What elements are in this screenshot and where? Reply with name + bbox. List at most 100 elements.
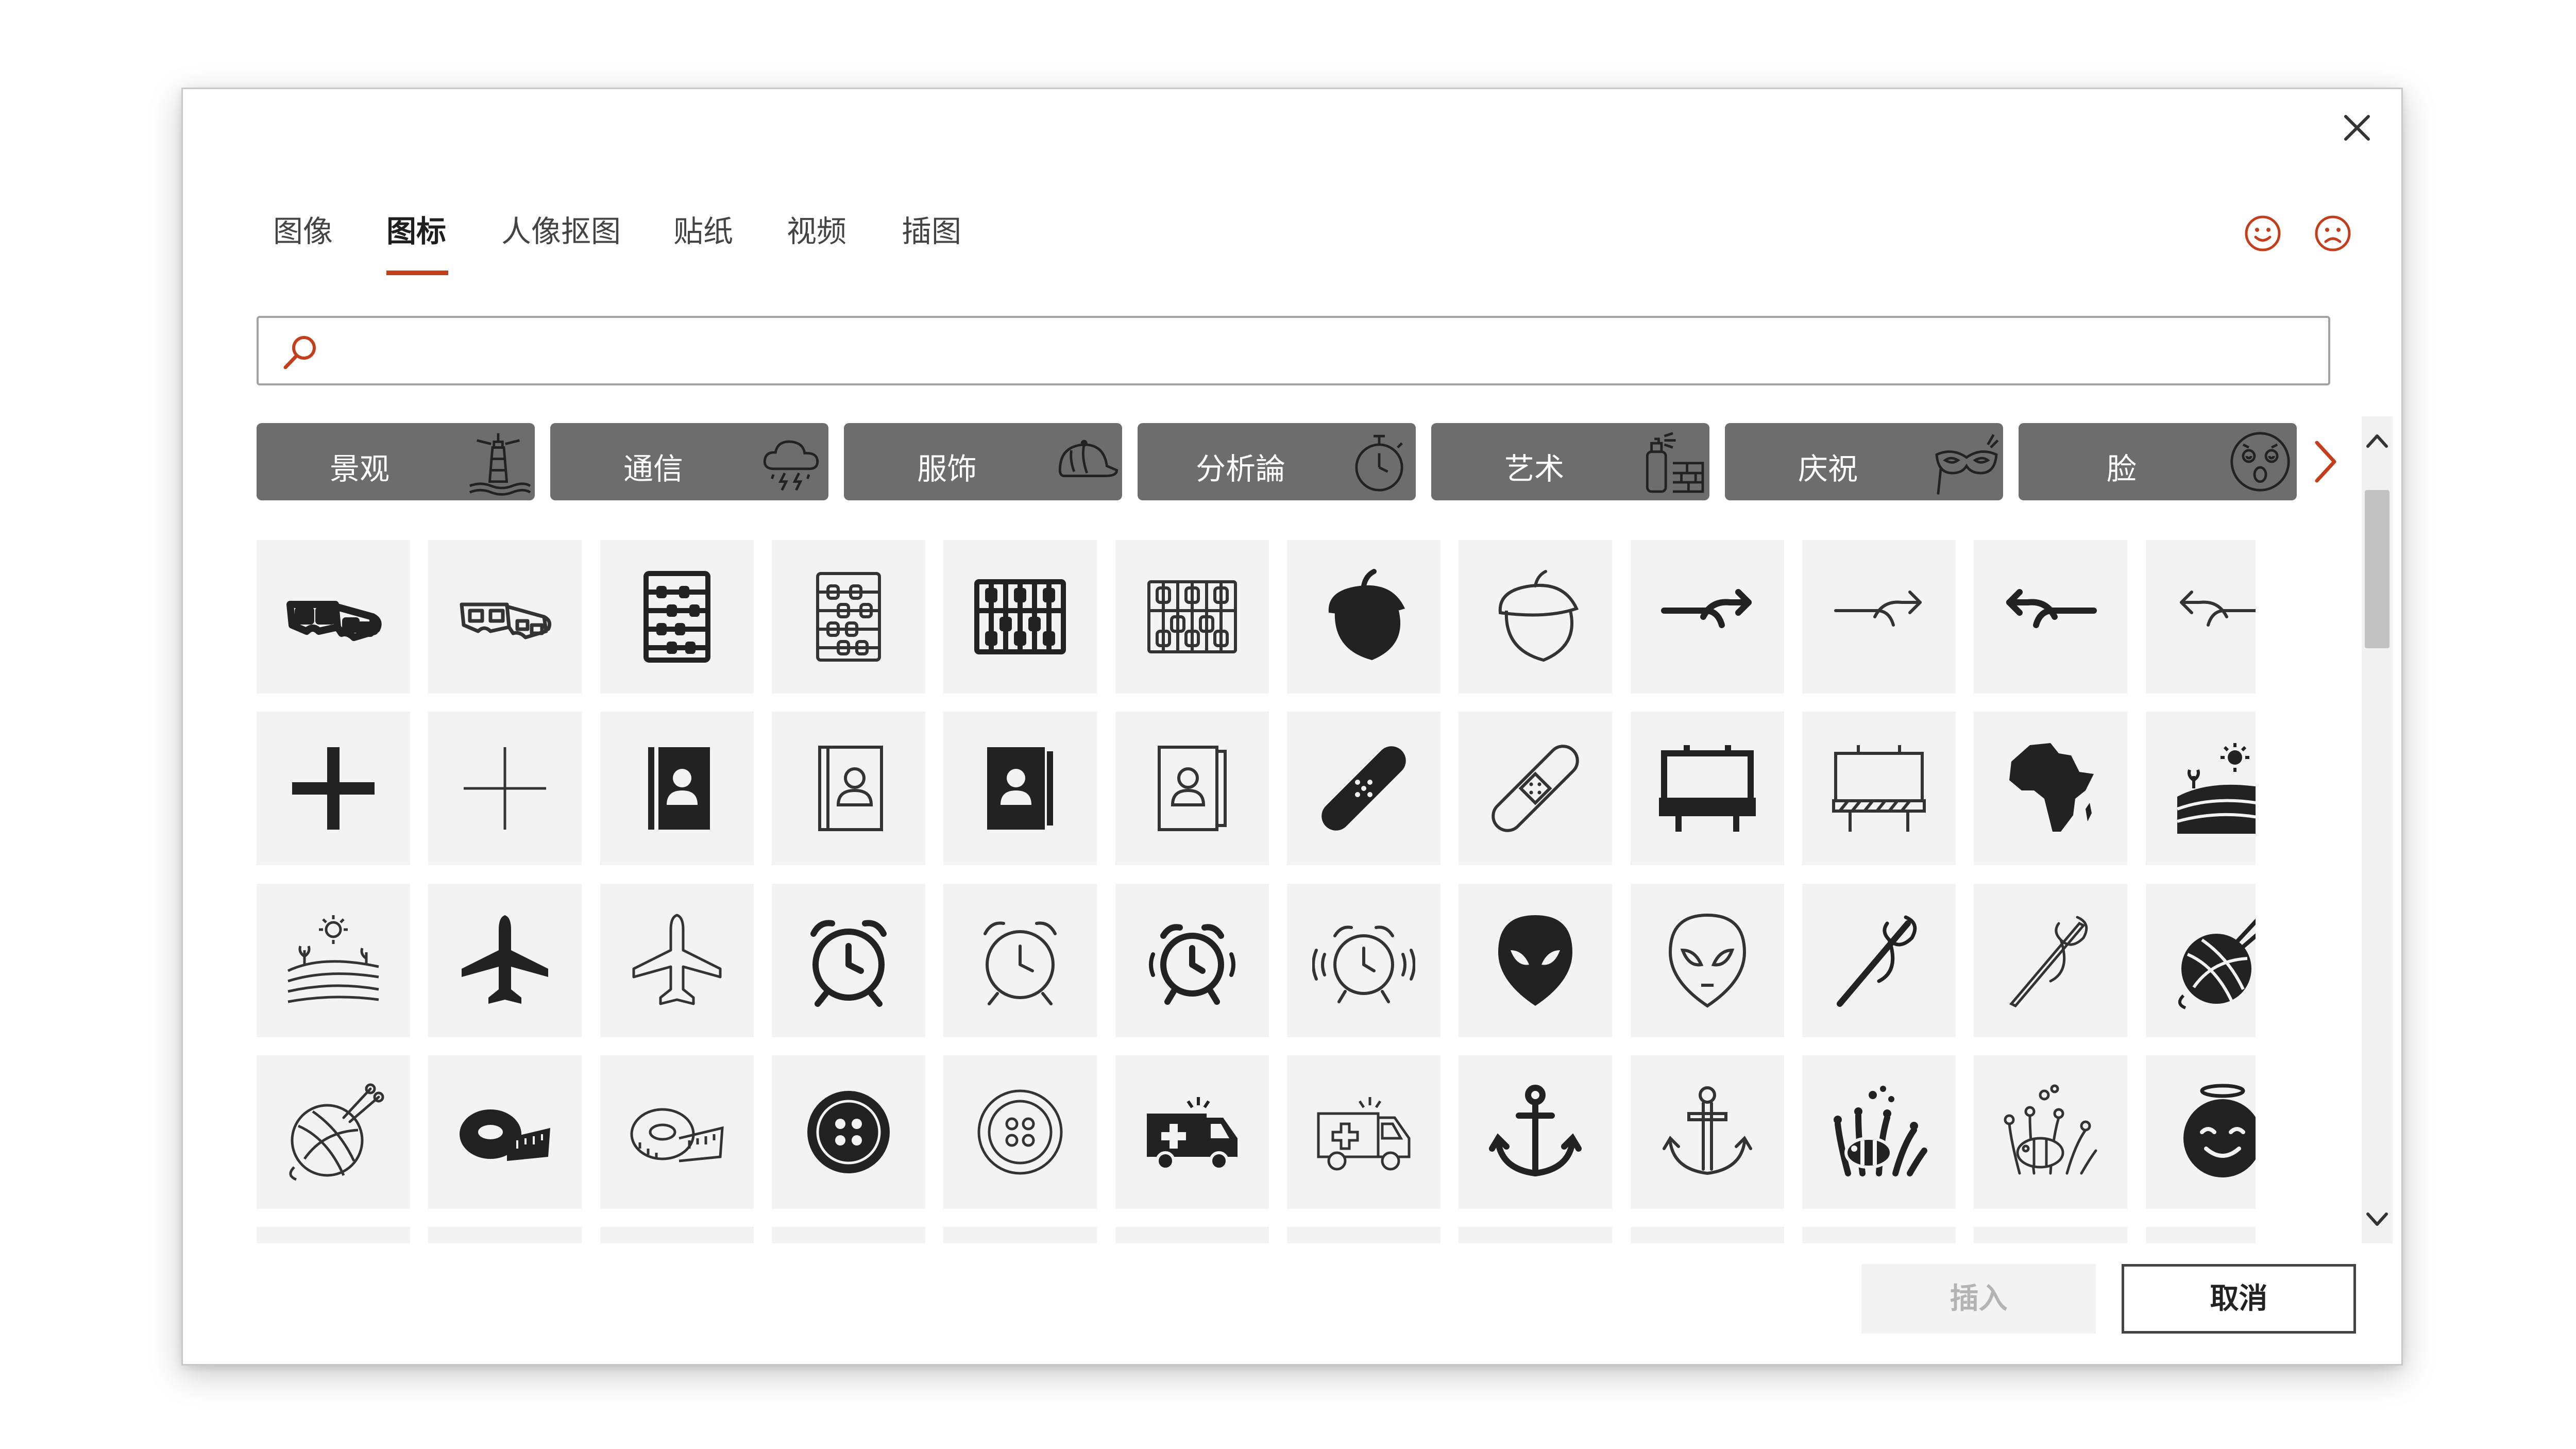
icon-tile[interactable] (257, 1227, 410, 1243)
anchor-outline-icon (1663, 1086, 1752, 1175)
icon-tile[interactable] (2146, 884, 2256, 1037)
icon-tile[interactable] (428, 884, 582, 1037)
icon-tile[interactable] (943, 1055, 1097, 1209)
address-book-2-outline-icon (1158, 746, 1227, 831)
icon-tile[interactable] (257, 712, 410, 865)
bandage-outline-icon (1492, 745, 1579, 832)
icon-tile[interactable] (772, 712, 925, 865)
chevron-right-icon (2315, 441, 2336, 483)
icon-tile[interactable] (2146, 1227, 2256, 1243)
category-landscape[interactable]: 景观 (257, 423, 535, 500)
icon-tile[interactable] (1115, 884, 1269, 1037)
close-button[interactable] (2336, 107, 2378, 148)
icon-tile[interactable] (1459, 1055, 1612, 1209)
search-input[interactable] (336, 325, 2306, 378)
alarm-ringing-outline-icon (1312, 925, 1415, 1003)
icon-tile[interactable] (943, 540, 1097, 694)
icon-tile[interactable] (257, 884, 410, 1037)
vertical-scrollbar[interactable] (2362, 416, 2393, 1243)
icon-tile[interactable] (1631, 1055, 1784, 1209)
icon-tile[interactable] (1974, 884, 2127, 1037)
icon-tile[interactable] (600, 712, 754, 865)
icon-tile[interactable] (428, 1055, 582, 1209)
icon-tile[interactable] (1115, 540, 1269, 694)
icon-tile[interactable] (772, 1055, 925, 1209)
icon-tile[interactable] (1802, 1227, 1956, 1243)
icon-tile[interactable] (257, 1055, 410, 1209)
icon-tile[interactable] (600, 1055, 754, 1209)
icon-tile[interactable] (1459, 712, 1612, 865)
icon-tile[interactable] (1974, 1055, 2127, 1209)
icon-tile[interactable] (943, 1227, 1097, 1243)
icon-tile[interactable] (600, 1227, 754, 1243)
curve-arrow-left-outline-icon (2180, 591, 2256, 627)
icon-tile[interactable] (772, 884, 925, 1037)
icon-tile[interactable] (2146, 712, 2256, 865)
category-next-button[interactable] (2308, 433, 2344, 490)
insert-button[interactable]: 插入 (1861, 1264, 2096, 1334)
ambulance-filled-icon (1147, 1097, 1238, 1171)
icon-tile[interactable] (2146, 1055, 2256, 1209)
icon-tile[interactable] (257, 540, 410, 694)
category-analytics[interactable]: 分析論 (1138, 423, 1416, 500)
icon-tile[interactable] (1631, 540, 1784, 694)
category-art[interactable]: 艺术 (1431, 423, 1709, 500)
icon-tile[interactable] (1287, 1055, 1440, 1209)
icon-tile[interactable] (1802, 540, 1956, 694)
abacus-wide-filled-icon (974, 579, 1066, 654)
icon-tile[interactable] (943, 712, 1097, 865)
icon-tile[interactable] (1631, 712, 1784, 865)
icon-tile[interactable] (600, 540, 754, 694)
icon-tile[interactable] (428, 1227, 582, 1243)
needle-thread-filled-icon (1837, 915, 1917, 1007)
feedback-frown-button[interactable] (2312, 213, 2353, 254)
icon-tile[interactable] (1802, 884, 1956, 1037)
scroll-thumb[interactable] (2365, 490, 2389, 648)
tab-illustrations[interactable]: 插图 (902, 211, 961, 252)
scroll-up-button[interactable] (2362, 416, 2393, 465)
icon-tile[interactable] (772, 540, 925, 694)
icon-tile[interactable] (428, 712, 582, 865)
tab-cutout-people[interactable]: 人像抠图 (501, 211, 621, 252)
icon-tile[interactable] (1287, 540, 1440, 694)
icon-tile[interactable] (772, 1227, 925, 1243)
icon-tile[interactable] (1115, 1055, 1269, 1209)
search-icon (283, 336, 316, 369)
icon-tile[interactable] (1974, 712, 2127, 865)
tab-images[interactable]: 图像 (273, 211, 333, 252)
button-outline-icon (977, 1089, 1063, 1175)
icon-tile[interactable] (1287, 1227, 1440, 1243)
icon-tile[interactable] (428, 540, 582, 694)
icon-tile[interactable] (2146, 540, 2256, 694)
dizzy-face-icon (2230, 432, 2290, 492)
icon-tile[interactable] (1115, 712, 1269, 865)
icon-tile[interactable] (1115, 1227, 1269, 1243)
icon-tile[interactable] (1631, 884, 1784, 1037)
billboard-outline-icon (1832, 745, 1926, 832)
icon-tile[interactable] (1974, 540, 2127, 694)
icon-tile[interactable] (1974, 1227, 2127, 1243)
category-celebration[interactable]: 庆祝 (1725, 423, 2003, 500)
icon-tile[interactable] (1459, 1227, 1612, 1243)
category-face[interactable]: 脸 (2019, 423, 2297, 500)
icon-tile[interactable] (600, 884, 754, 1037)
icon-tile[interactable] (1631, 1227, 1784, 1243)
icon-tile[interactable] (1287, 884, 1440, 1037)
icon-tile[interactable] (1287, 712, 1440, 865)
icon-tile[interactable] (1459, 540, 1612, 694)
icon-tile[interactable] (1802, 1055, 1956, 1209)
icon-tile[interactable] (1802, 712, 1956, 865)
category-communication[interactable]: 通信 (550, 423, 828, 500)
tab-stickers[interactable]: 贴纸 (673, 211, 733, 252)
icon-tile[interactable] (1459, 884, 1612, 1037)
feedback-smile-button[interactable] (2242, 213, 2283, 254)
scroll-down-button[interactable] (2362, 1194, 2393, 1243)
icon-tile[interactable] (943, 884, 1097, 1037)
cancel-button[interactable]: 取消 (2122, 1264, 2356, 1334)
category-clothing[interactable]: 服饰 (844, 423, 1122, 500)
ambulance-outline-icon (1317, 1097, 1411, 1171)
chevron-down-icon (2366, 1212, 2388, 1226)
tab-videos[interactable]: 视频 (787, 211, 846, 252)
tab-icons[interactable]: 图标 (386, 211, 446, 252)
yarn-ball-outline-icon (289, 1083, 384, 1181)
